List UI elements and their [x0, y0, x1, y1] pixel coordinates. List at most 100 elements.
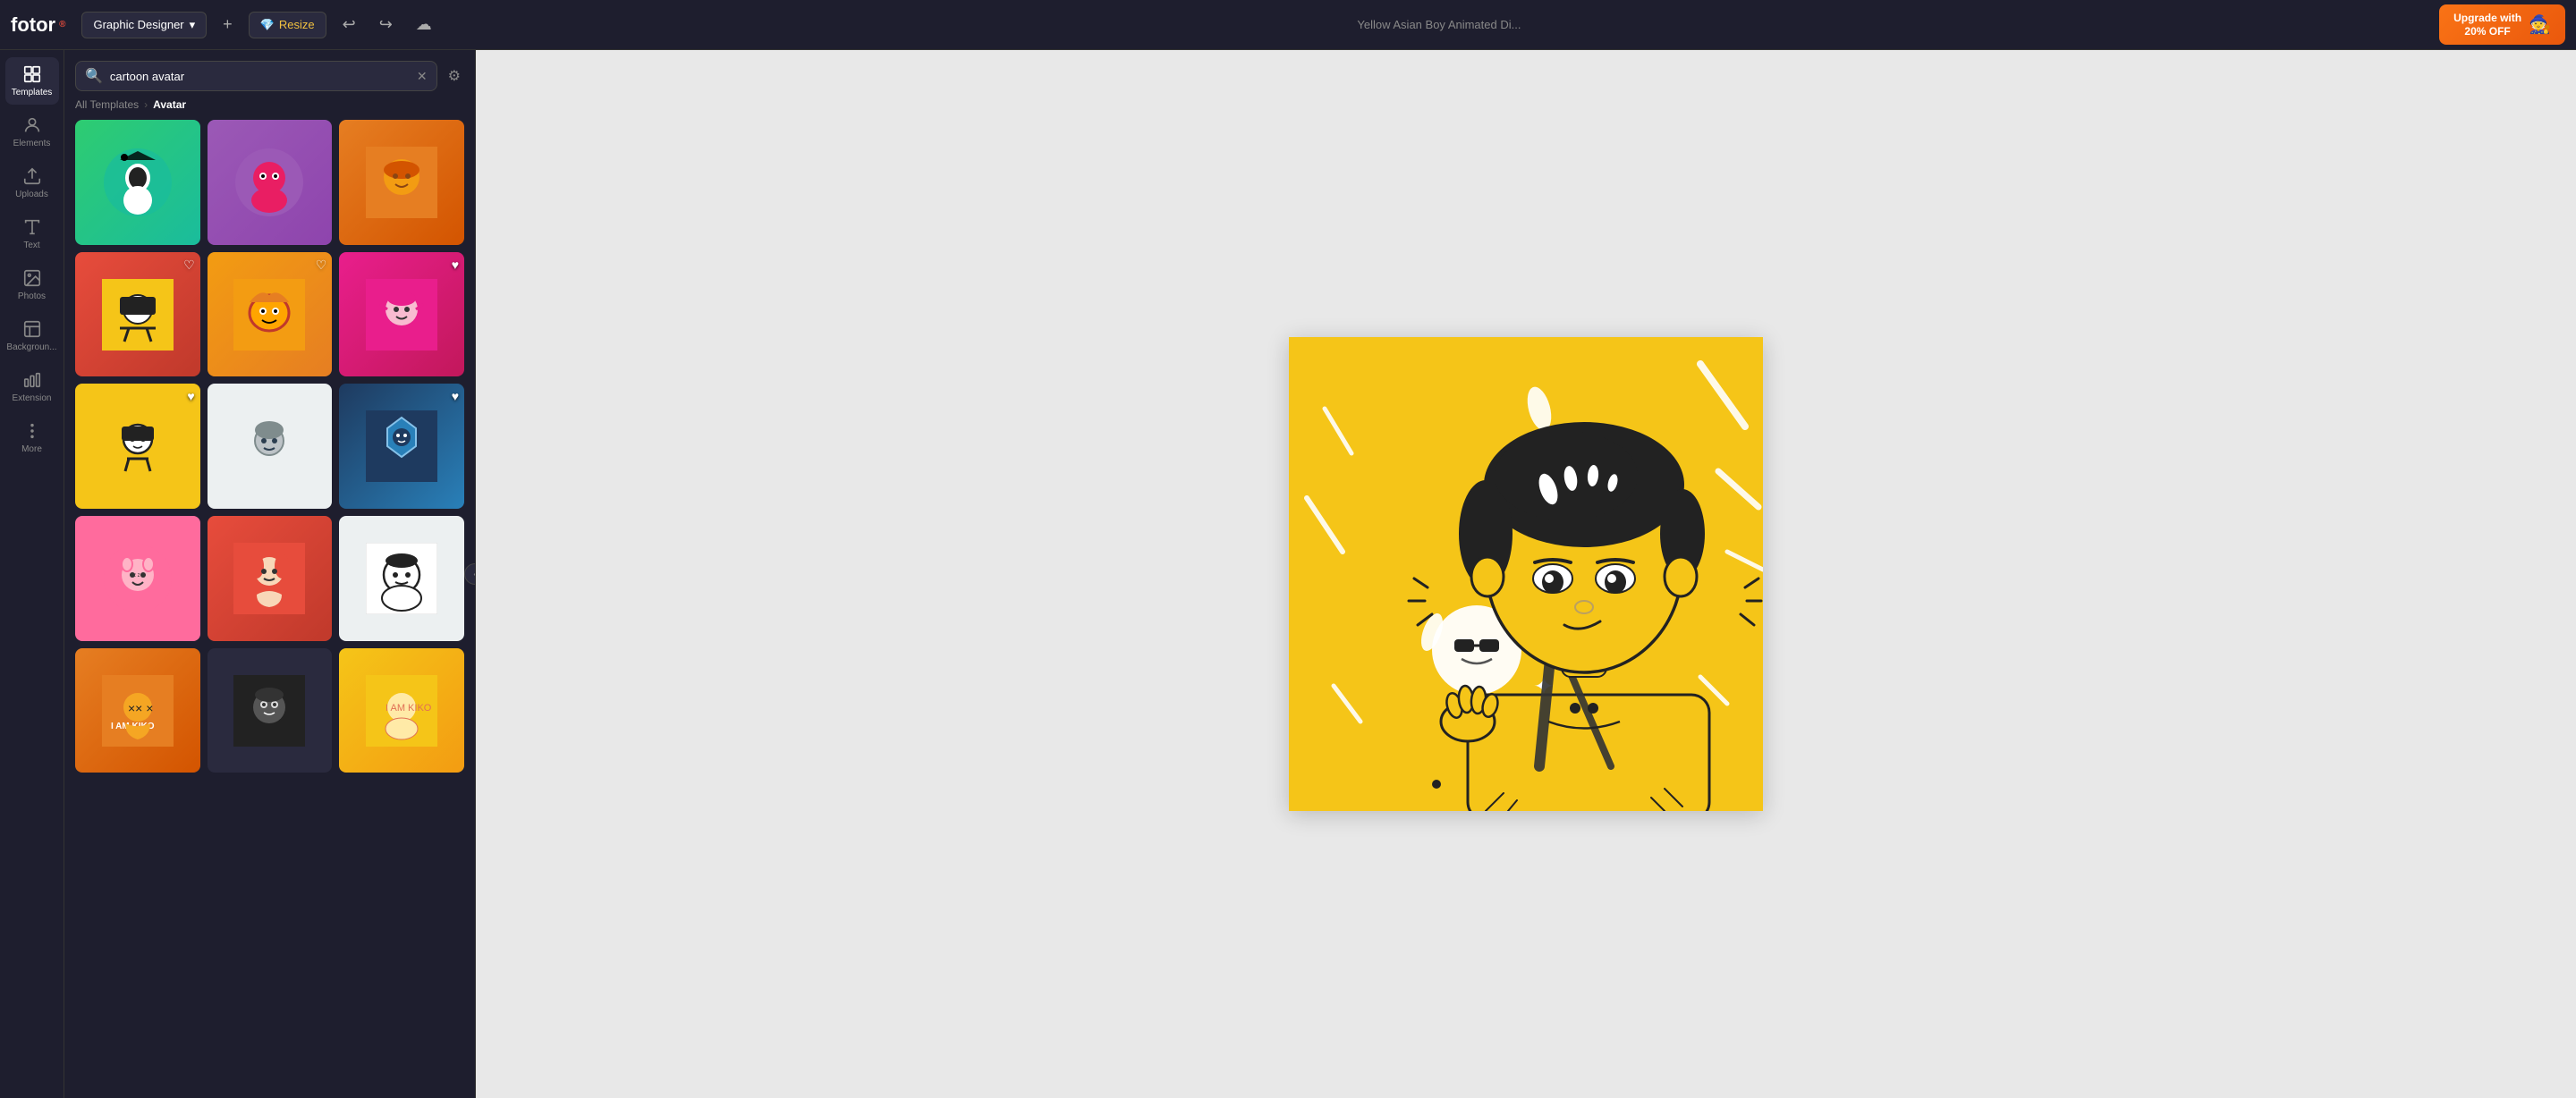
card-art-12	[339, 516, 464, 641]
clear-search-icon[interactable]: ✕	[417, 69, 428, 84]
card-art-9	[339, 384, 464, 509]
topbar: fotor ® Graphic Designer ▾ + 💎 Resize ↩ ↪…	[0, 0, 2576, 50]
sidebar-label-elements: Elements	[13, 139, 51, 148]
search-input[interactable]	[110, 70, 410, 83]
redo-button[interactable]: ↪	[372, 12, 400, 38]
search-icon: 🔍	[85, 67, 103, 85]
card-art-6	[339, 252, 464, 377]
canvas-illustration: ✦	[1289, 337, 1763, 811]
sidebar-label-more: More	[21, 444, 42, 454]
logo-text: fotor	[11, 13, 55, 37]
svg-text:×× ×: ×× ×	[128, 701, 153, 715]
extension-icon	[22, 370, 42, 390]
template-card-5[interactable]: ♡	[208, 252, 333, 377]
sidebar-item-more[interactable]: More	[5, 414, 59, 461]
template-card-9[interactable]: ♥	[339, 384, 464, 509]
redo-icon: ↪	[379, 15, 393, 34]
sidebar-item-extension[interactable]: Extension	[5, 363, 59, 410]
sidebar-label-uploads: Uploads	[15, 190, 48, 199]
upgrade-label: Upgrade with20% OFF	[2453, 12, 2521, 38]
elements-icon	[22, 115, 42, 135]
card-art-5	[208, 252, 333, 377]
template-card-10[interactable]: z z z	[75, 516, 200, 641]
sidebar-item-templates[interactable]: Templates	[5, 57, 59, 105]
text-icon	[22, 217, 42, 237]
card-art-8	[208, 384, 333, 509]
templates-icon	[22, 64, 42, 84]
file-title: Yellow Asian Boy Animated Di...	[448, 18, 2430, 31]
card-art-7	[75, 384, 200, 509]
template-card-1[interactable]	[75, 120, 200, 245]
resize-button[interactable]: 💎 Resize	[249, 12, 326, 38]
canvas-wrap: ✦	[1289, 337, 1763, 811]
breadcrumb: All Templates › Avatar	[64, 98, 475, 120]
breadcrumb-separator: ›	[144, 98, 148, 111]
designer-label: Graphic Designer	[93, 18, 183, 31]
logo-superscript: ®	[59, 20, 65, 30]
template-card-2[interactable]	[208, 120, 333, 245]
canvas-content[interactable]: ✦	[1289, 337, 1763, 811]
breadcrumb-current: Avatar	[153, 98, 186, 111]
card-heart-7: ♥	[187, 389, 194, 403]
upgrade-button[interactable]: Upgrade with20% OFF 🧙	[2439, 4, 2565, 45]
canvas-area: ✦	[476, 50, 2576, 1098]
card-heart-9: ♥	[452, 389, 459, 403]
sidebar-item-photos[interactable]: Photos	[5, 261, 59, 308]
card-heart-6: ♥	[452, 258, 459, 272]
upgrade-icon: 🧙	[2529, 13, 2551, 36]
search-input-wrap: 🔍 ✕	[75, 61, 437, 91]
card-art-2	[208, 120, 333, 245]
card-heart-5: ♡	[316, 258, 327, 273]
template-card-13[interactable]: ×× ×I AM KIKO	[75, 648, 200, 773]
resize-icon: 💎	[260, 18, 275, 32]
chevron-down-icon: ▾	[190, 18, 196, 32]
add-button[interactable]: +	[216, 12, 240, 38]
sidebar-label-photos: Photos	[18, 291, 46, 301]
uploads-icon	[22, 166, 42, 186]
sidebar-label-text: Text	[23, 241, 39, 250]
sidebar-label-templates: Templates	[12, 88, 53, 97]
plus-icon: +	[223, 15, 233, 34]
undo-button[interactable]: ↩	[335, 12, 363, 38]
card-art-13: ×× ×I AM KIKO	[75, 648, 200, 773]
resize-label: Resize	[279, 18, 315, 31]
card-art-3	[339, 120, 464, 245]
logo: fotor ®	[11, 13, 65, 37]
template-card-7[interactable]: ♥	[75, 384, 200, 509]
main-layout: Templates Elements Uploads Text Photos B…	[0, 50, 2576, 1098]
template-card-14[interactable]	[208, 648, 333, 773]
card-art-14	[208, 648, 333, 773]
template-card-11[interactable]	[208, 516, 333, 641]
sidebar: Templates Elements Uploads Text Photos B…	[0, 50, 64, 1098]
card-art-10: z z z	[75, 516, 200, 641]
template-card-6[interactable]: ♥	[339, 252, 464, 377]
undo-icon: ↩	[343, 15, 356, 34]
filter-button[interactable]: ⚙	[445, 63, 464, 89]
breadcrumb-all-templates[interactable]: All Templates	[75, 98, 139, 111]
sidebar-item-uploads[interactable]: Uploads	[5, 159, 59, 207]
sidebar-label-background: Backgroun...	[6, 342, 56, 352]
card-art-1	[75, 120, 200, 245]
upload-cloud-icon: ☁	[416, 15, 432, 34]
card-art-11	[208, 516, 333, 641]
template-card-12[interactable]	[339, 516, 464, 641]
template-card-8[interactable]	[208, 384, 333, 509]
template-card-15[interactable]: I AM KIKO	[339, 648, 464, 773]
sidebar-item-text[interactable]: Text	[5, 210, 59, 258]
card-art-15: I AM KIKO	[339, 648, 464, 773]
sidebar-item-background[interactable]: Backgroun...	[5, 312, 59, 359]
template-card-3[interactable]	[339, 120, 464, 245]
sidebar-item-elements[interactable]: Elements	[5, 108, 59, 156]
card-heart-4: ♡	[183, 258, 195, 273]
upload-cloud-button[interactable]: ☁	[409, 12, 439, 38]
svg-text:I AM KIKO: I AM KIKO	[386, 703, 432, 714]
more-icon	[22, 421, 42, 441]
template-card-4[interactable]: ♡	[75, 252, 200, 377]
designer-dropdown[interactable]: Graphic Designer ▾	[81, 12, 207, 38]
photos-icon	[22, 268, 42, 288]
filter-icon: ⚙	[448, 69, 461, 84]
template-grid: ♡ ♡ ♥ ♥	[64, 120, 475, 1098]
background-icon	[22, 319, 42, 339]
sidebar-label-extension: Extension	[13, 393, 52, 403]
template-panel: 🔍 ✕ ⚙ All Templates › Avatar	[64, 50, 476, 1098]
